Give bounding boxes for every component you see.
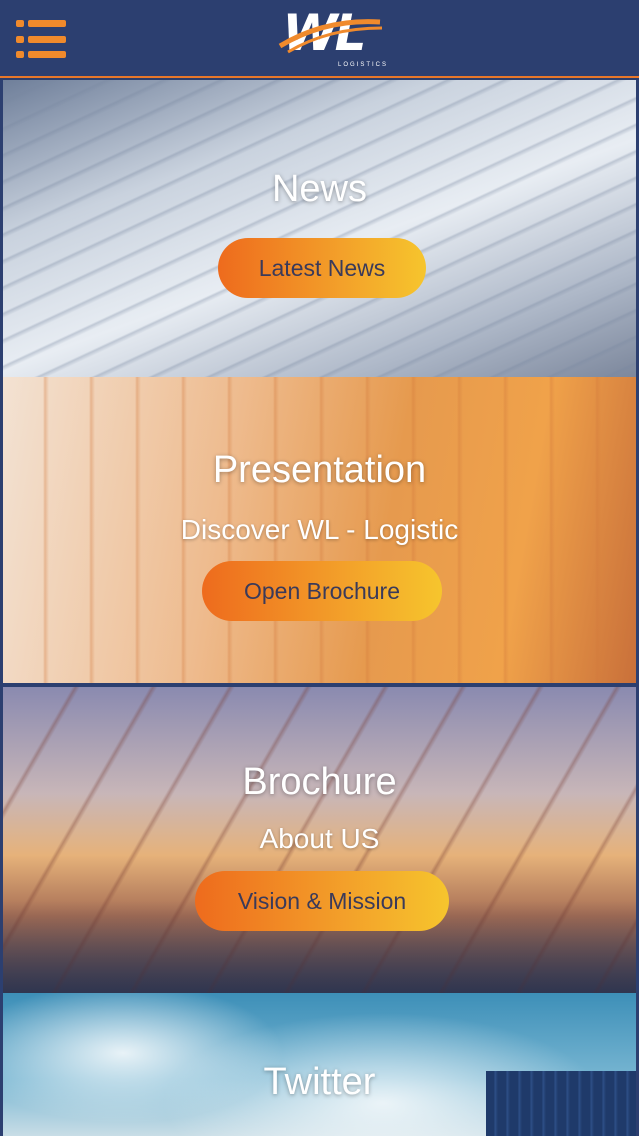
brochure-title: Brochure: [242, 761, 397, 803]
wl-logistics-logo[interactable]: WL LOGISTICS: [258, 6, 388, 72]
news-section: News Latest News: [0, 80, 639, 377]
brochure-section: Brochure About US Vision & Mission: [0, 683, 639, 993]
twitter-section: Twitter: [0, 993, 639, 1136]
hamburger-menu-icon[interactable]: [16, 20, 66, 58]
presentation-section: Presentation Discover WL - Logistic Open…: [0, 377, 639, 683]
brochure-subtitle: About US: [259, 823, 380, 854]
presentation-subtitle: Discover WL - Logistic: [180, 514, 459, 545]
presentation-title: Presentation: [212, 449, 427, 491]
app-header: WL LOGISTICS: [0, 0, 639, 78]
news-background-image: [3, 80, 636, 377]
twitter-title: Twitter: [263, 1061, 376, 1103]
logo-subtitle: LOGISTICS: [337, 62, 388, 68]
open-brochure-button[interactable]: Open Brochure: [202, 561, 442, 621]
news-title: News: [271, 168, 368, 210]
vision-mission-button[interactable]: Vision & Mission: [195, 871, 449, 931]
logo-swoosh-icon: [278, 19, 383, 54]
latest-news-button[interactable]: Latest News: [218, 238, 426, 298]
